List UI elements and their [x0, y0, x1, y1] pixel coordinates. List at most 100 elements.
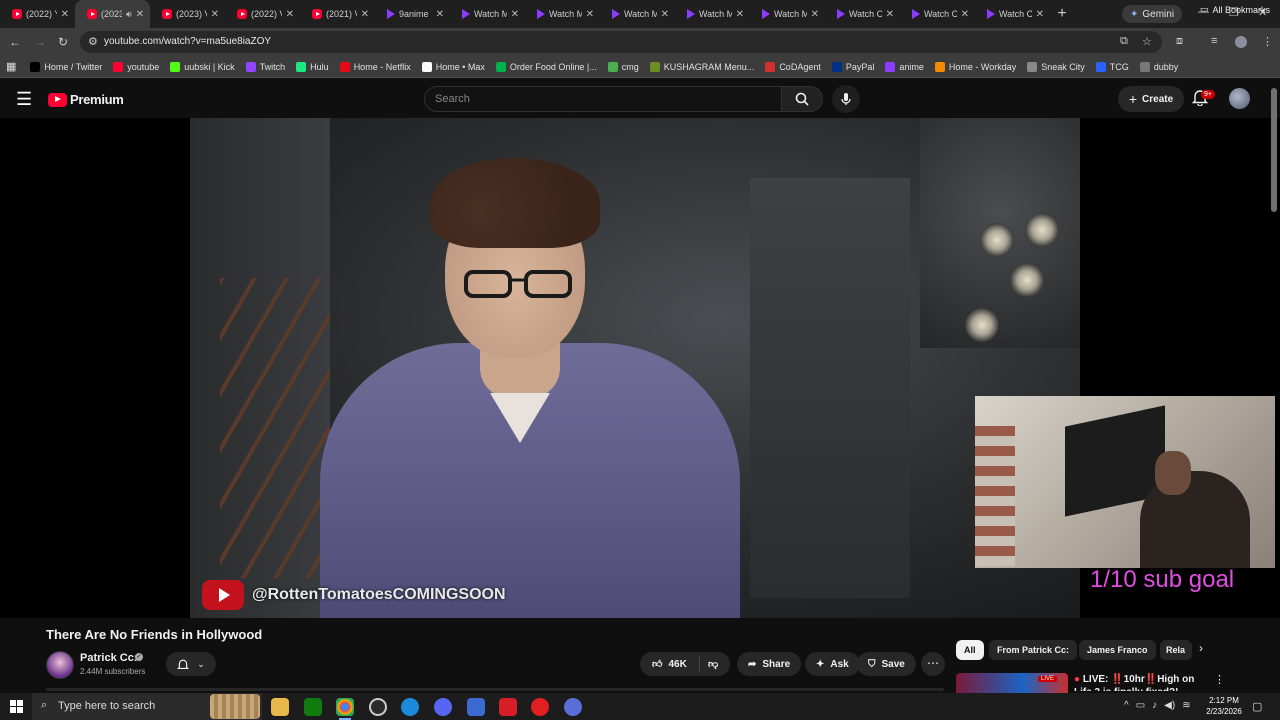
- video-player[interactable]: @RottenTomatoesCOMINGSOON 1/10 sub goal: [0, 118, 1280, 618]
- page-scrollbar[interactable]: [1271, 88, 1277, 212]
- browser-tab[interactable]: Watch M ✕: [600, 0, 675, 28]
- back-icon[interactable]: ←: [9, 35, 21, 49]
- close-tab-icon[interactable]: ✕: [136, 9, 144, 20]
- voice-search-button[interactable]: [832, 85, 860, 113]
- bookmark-item[interactable]: youtube: [113, 61, 159, 72]
- notification-center-icon[interactable]: ▢: [1252, 700, 1262, 713]
- speaker-icon[interactable]: 🔊︎: [126, 9, 132, 20]
- recommended-menu-icon[interactable]: ⋮: [1214, 673, 1225, 686]
- reload-icon[interactable]: ↻: [58, 35, 68, 49]
- hamburger-menu-icon[interactable]: ☰: [16, 89, 32, 110]
- close-tab-icon[interactable]: ✕: [211, 9, 219, 20]
- close-tab-icon[interactable]: ✕: [61, 9, 69, 20]
- all-bookmarks-button[interactable]: ▭ All Bookmarks: [1200, 4, 1270, 15]
- bookmark-item[interactable]: TCG: [1095, 61, 1129, 72]
- bookmark-item[interactable]: Home - Workday: [934, 61, 1016, 72]
- bookmark-star-icon[interactable]: ☆: [1142, 35, 1152, 48]
- network-icon[interactable]: ▭: [1136, 700, 1145, 711]
- creative-app-icon[interactable]: [499, 698, 517, 716]
- file-explorer-icon[interactable]: [271, 698, 289, 716]
- apps-icon[interactable]: ▦: [6, 60, 16, 73]
- close-tab-icon[interactable]: ✕: [661, 9, 669, 20]
- ask-button[interactable]: ✦ Ask: [805, 652, 860, 676]
- like-button[interactable]: 👍︎ 46K: [640, 656, 700, 672]
- browser-tab[interactable]: 9anime ✕: [375, 0, 450, 28]
- profile-icon[interactable]: [1235, 36, 1247, 48]
- media-player-icon[interactable]: [531, 698, 549, 716]
- browser-tab[interactable]: Watch M ✕: [450, 0, 525, 28]
- bookmark-item[interactable]: dubby: [1139, 61, 1178, 72]
- wifi-icon[interactable]: ≋: [1182, 700, 1190, 711]
- browser-tab[interactable]: Watch C ✕: [825, 0, 900, 28]
- forward-icon[interactable]: →: [34, 35, 46, 49]
- close-tab-icon[interactable]: ✕: [1036, 9, 1044, 20]
- close-tab-icon[interactable]: ✕: [961, 9, 969, 20]
- bookmark-item[interactable]: CoDAgent: [765, 61, 821, 72]
- close-tab-icon[interactable]: ✕: [361, 9, 369, 20]
- subscribed-button[interactable]: ⌄: [166, 652, 216, 676]
- bookmark-item[interactable]: anime: [885, 61, 924, 72]
- search-button[interactable]: [781, 86, 823, 112]
- bookmark-item[interactable]: uubski | Kick: [170, 61, 235, 72]
- bookmark-item[interactable]: Order Food Online |...: [495, 61, 597, 72]
- share-button[interactable]: ➦ Share: [737, 652, 802, 676]
- dislike-button[interactable]: 👎︎: [700, 658, 718, 670]
- browser-tab[interactable]: Watch M ✕: [750, 0, 825, 28]
- chip-all[interactable]: All: [956, 640, 984, 660]
- video-frame[interactable]: @RottenTomatoesCOMINGSOON: [190, 118, 1080, 618]
- bookmark-item[interactable]: Home / Twitter: [30, 61, 102, 72]
- browser-tab[interactable]: (2023) V ✕: [150, 0, 225, 28]
- bookmark-item[interactable]: Twitch: [245, 61, 285, 72]
- browser-tab[interactable]: Watch M ✕: [675, 0, 750, 28]
- address-bar[interactable]: ⚙ youtube.com/watch?v=ma5ue8iaZOY: [80, 31, 1162, 53]
- browser-tab[interactable]: (2021) V ✕: [300, 0, 375, 28]
- browser-tab[interactable]: (2022) Y ✕: [0, 0, 75, 28]
- browser-tab[interactable]: (2022) V ✕: [225, 0, 300, 28]
- close-tab-icon[interactable]: ✕: [736, 9, 744, 20]
- channel-avatar[interactable]: [46, 651, 74, 679]
- speaker-icon[interactable]: ◀): [1164, 700, 1175, 711]
- browser-tab[interactable]: Watch M ✕: [525, 0, 600, 28]
- search-input[interactable]: Search: [424, 86, 782, 112]
- close-tab-icon[interactable]: ✕: [886, 9, 894, 20]
- media-controls-icon[interactable]: ≡: [1211, 35, 1217, 47]
- close-tab-icon[interactable]: ✕: [286, 9, 294, 20]
- bookmark-item[interactable]: Home • Max: [421, 61, 485, 72]
- app-icon[interactable]: [564, 698, 582, 716]
- recommended-title[interactable]: ● LIVE: ‼️10hr‼️High on Life 2 is finall…: [1074, 673, 1204, 691]
- bookmark-item[interactable]: Hulu: [296, 61, 329, 72]
- bookmark-item[interactable]: KUSHAGRAM Menu...: [649, 61, 754, 72]
- browser-tab[interactable]: Watch C ✕: [975, 0, 1050, 28]
- create-button[interactable]: + Create: [1118, 86, 1184, 112]
- microphone-icon[interactable]: ♪: [1152, 700, 1157, 711]
- chevron-up-icon[interactable]: ^: [1124, 700, 1129, 711]
- clock[interactable]: 2:12 PM 2/23/2026: [1202, 695, 1246, 717]
- close-tab-icon[interactable]: ✕: [586, 9, 594, 20]
- chip-james-franco[interactable]: James Franco: [1079, 640, 1156, 660]
- windows-start-icon[interactable]: [10, 700, 23, 713]
- browser-tab[interactable]: (2023) 🔊︎ ✕: [75, 0, 150, 28]
- search-highlight-image[interactable]: [210, 694, 260, 719]
- cast-icon[interactable]: ⧉: [1120, 35, 1128, 48]
- account-avatar[interactable]: [1229, 88, 1250, 109]
- xbox-icon[interactable]: [304, 698, 322, 716]
- browser-menu-icon[interactable]: ⋮: [1262, 35, 1273, 48]
- close-tab-icon[interactable]: ✕: [511, 9, 519, 20]
- chip-related[interactable]: Rela: [1160, 640, 1192, 660]
- chip-from-channel[interactable]: From Patrick Cc:: [989, 640, 1078, 660]
- discord-icon[interactable]: [434, 698, 452, 716]
- chrome-icon[interactable]: [336, 698, 354, 720]
- new-tab-icon[interactable]: +: [1050, 5, 1074, 23]
- bookmark-item[interactable]: Sneak City: [1027, 61, 1085, 72]
- more-actions-button[interactable]: ⋯: [921, 652, 945, 676]
- close-tab-icon[interactable]: ✕: [436, 9, 444, 20]
- site-info-icon[interactable]: ⚙: [88, 35, 98, 48]
- close-tab-icon[interactable]: ✕: [811, 9, 819, 20]
- gemini-button[interactable]: ✦ Gemini: [1122, 5, 1183, 23]
- steam-icon[interactable]: [369, 698, 387, 716]
- youtube-logo[interactable]: Premium: [48, 92, 124, 107]
- bookmark-item[interactable]: cmg: [607, 61, 639, 72]
- bookmark-item[interactable]: PayPal: [831, 61, 874, 72]
- bookmark-item[interactable]: Home - Netflix: [339, 61, 411, 72]
- edge-icon[interactable]: [401, 698, 419, 716]
